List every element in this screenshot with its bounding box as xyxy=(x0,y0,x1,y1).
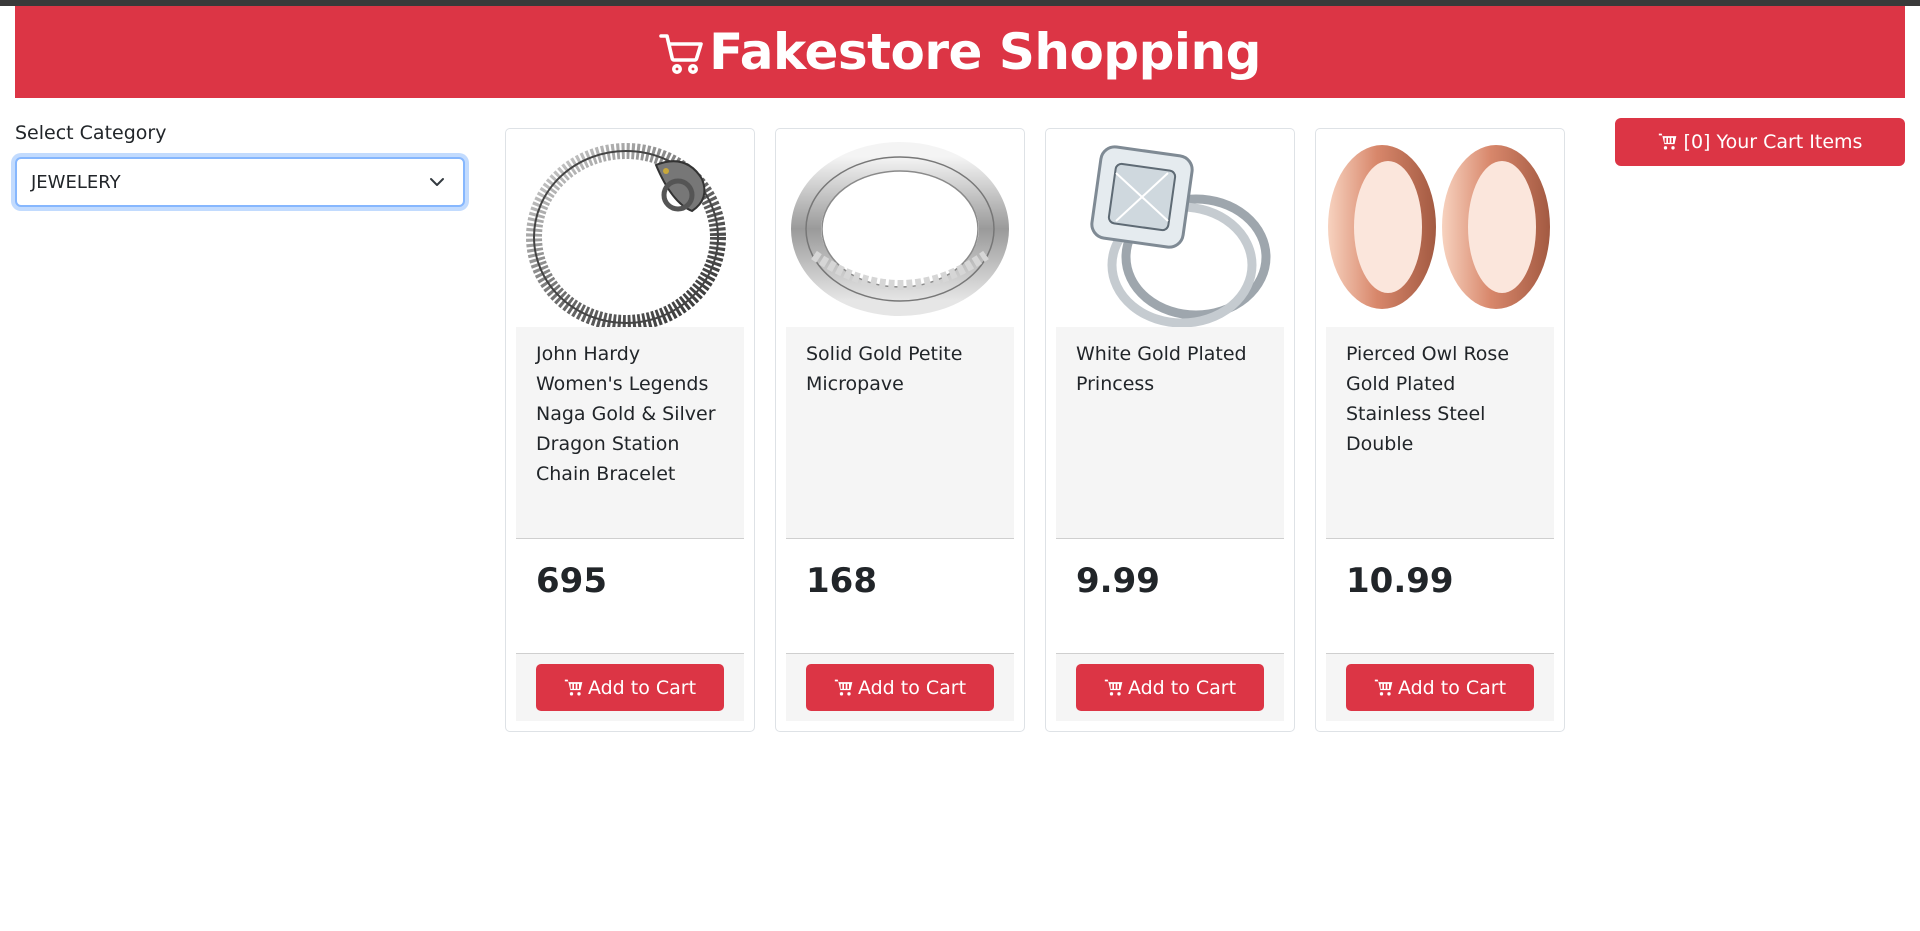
bracelet-image xyxy=(526,143,726,329)
tunnel-plug-image xyxy=(1328,145,1550,309)
product-price: 9.99 xyxy=(1076,561,1160,601)
divider xyxy=(516,538,744,539)
cart-icon xyxy=(834,679,853,695)
product-title: White Gold Plated Princess xyxy=(1056,327,1284,539)
add-to-cart-button[interactable]: Add to Cart xyxy=(1346,664,1534,711)
product-title: Solid Gold Petite Micropave xyxy=(786,327,1014,539)
add-to-cart-button[interactable]: Add to Cart xyxy=(1076,664,1264,711)
cart-icon xyxy=(1658,133,1676,150)
category-label: Select Category xyxy=(15,122,167,144)
product-title: Pierced Owl Rose Gold Plated Stainless S… xyxy=(1326,327,1554,539)
divider xyxy=(786,538,1014,539)
add-to-cart-label: Add to Cart xyxy=(1127,676,1237,699)
category-select[interactable]: JEWELERY xyxy=(15,157,465,207)
cart-icon xyxy=(659,34,703,74)
card-footer: Add to Cart xyxy=(786,653,1014,721)
cart-items-label: [0] Your Cart Items xyxy=(1683,131,1863,153)
category-selected-value: JEWELERY xyxy=(31,171,121,193)
card-footer: Add to Cart xyxy=(516,653,744,721)
product-price: 695 xyxy=(536,561,607,601)
add-to-cart-label: Add to Cart xyxy=(857,676,967,699)
add-to-cart-button[interactable]: Add to Cart xyxy=(536,664,724,711)
cart-icon xyxy=(1104,679,1123,695)
card-footer: Add to Cart xyxy=(1326,653,1554,721)
cart-icon xyxy=(564,679,583,695)
ring-image xyxy=(791,142,1009,316)
cart-icon xyxy=(1374,679,1393,695)
divider xyxy=(1326,538,1554,539)
divider xyxy=(1056,538,1284,539)
product-title: John Hardy Women's Legends Naga Gold & S… xyxy=(516,327,744,539)
card-footer: Add to Cart xyxy=(1056,653,1284,721)
product-card: Pierced Owl Rose Gold Plated Stainless S… xyxy=(1315,128,1565,732)
ring-set-image xyxy=(1090,145,1271,328)
add-to-cart-button[interactable]: Add to Cart xyxy=(806,664,994,711)
product-card: Solid Gold Petite Micropave 168 Add to C… xyxy=(775,128,1025,732)
page-title: Fakestore Shopping xyxy=(709,23,1261,81)
chevron-down-icon xyxy=(430,178,444,186)
product-price: 168 xyxy=(806,561,877,601)
product-card: White Gold Plated Princess 9.99 Add to C… xyxy=(1045,128,1295,732)
add-to-cart-label: Add to Cart xyxy=(1397,676,1507,699)
product-price: 10.99 xyxy=(1346,561,1454,601)
site-header: Fakestore Shopping xyxy=(15,6,1905,98)
product-card: John Hardy Women's Legends Naga Gold & S… xyxy=(505,128,755,732)
add-to-cart-label: Add to Cart xyxy=(587,676,697,699)
cart-items-button[interactable]: [0] Your Cart Items xyxy=(1615,118,1905,166)
